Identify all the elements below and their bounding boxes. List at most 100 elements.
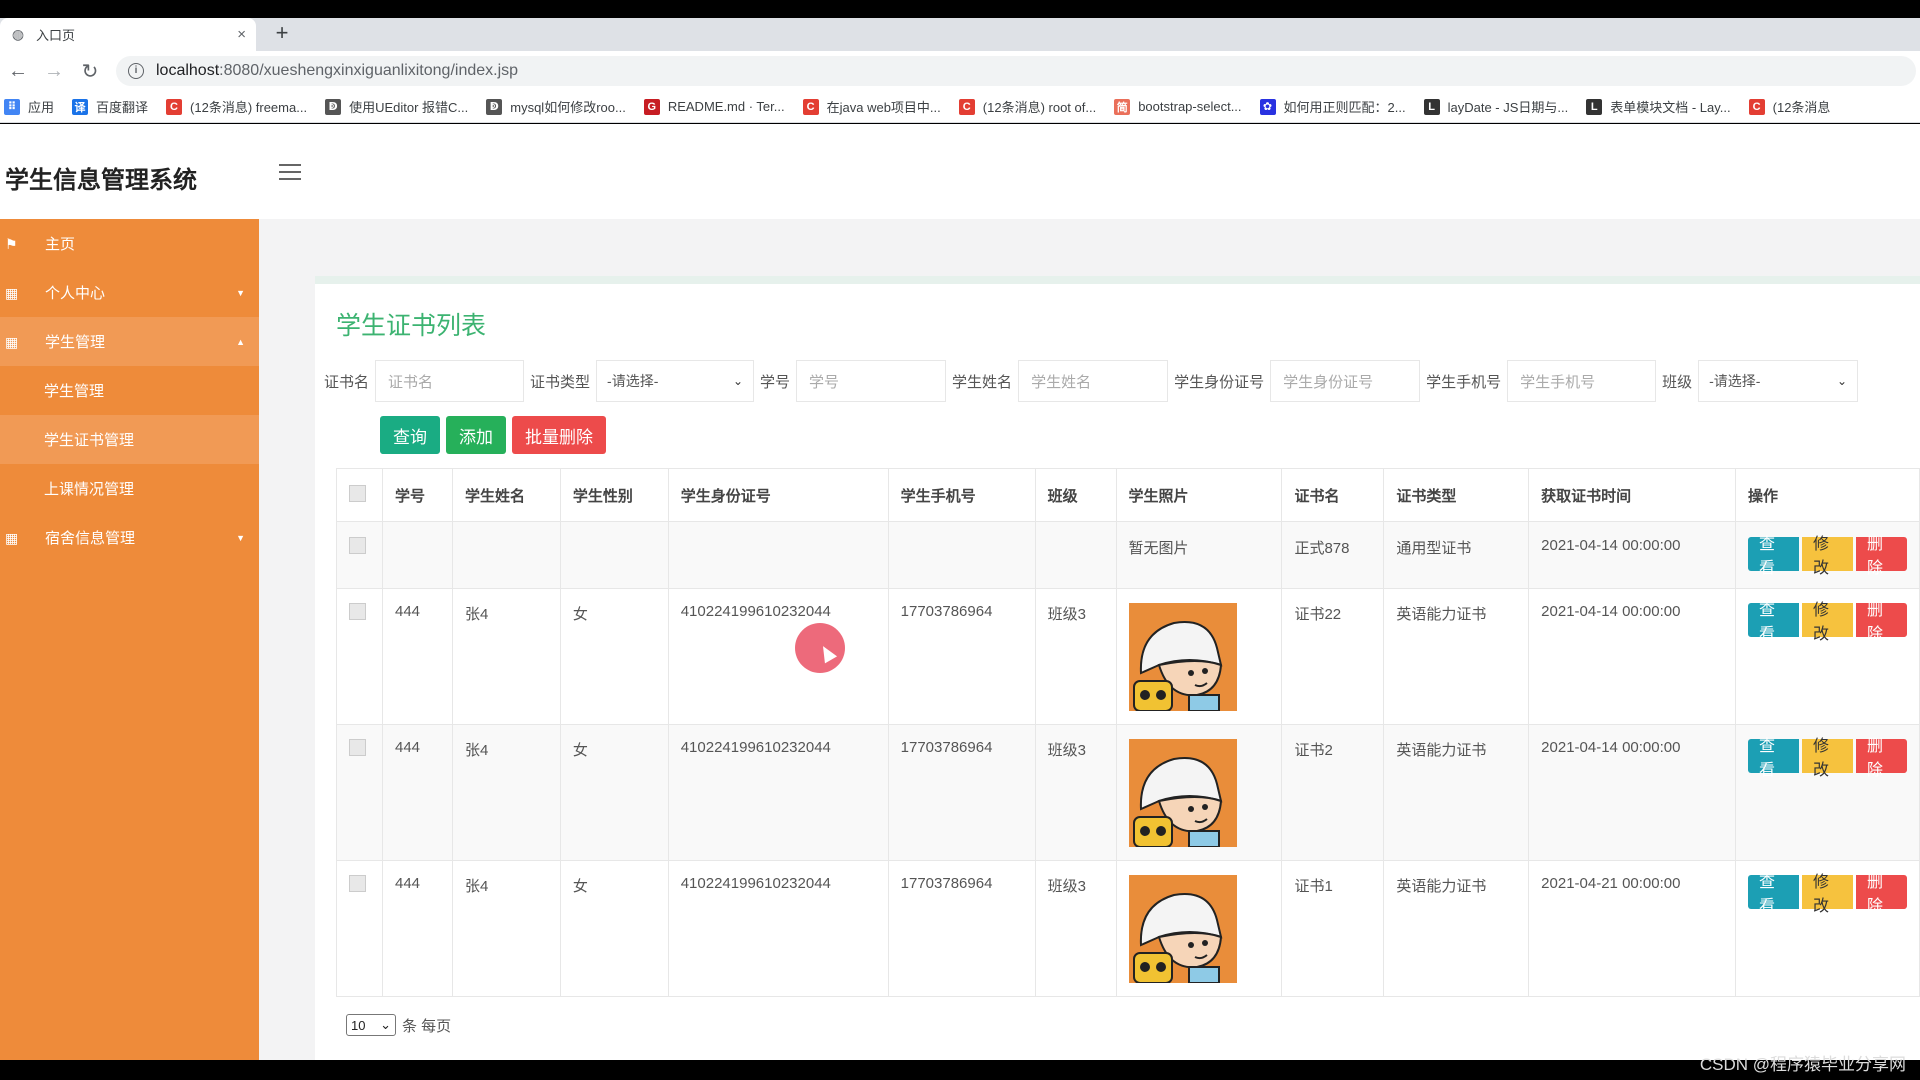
bookmark-item[interactable]: ✿ 如何用正则匹配：2... [1259,97,1406,116]
bookmark-label: bootstrap-select... [1138,99,1242,114]
row-select-cell [336,521,383,589]
cert-name-label: 证书名 [324,373,370,391]
bookmark-item[interactable]: 译百度翻译 [72,97,148,116]
view-button[interactable]: 查看 [1747,738,1799,779]
cert-name-input[interactable]: 证书名 [375,360,525,402]
bookmark-item[interactable]: C (12条消息) root of... [958,97,1096,116]
browser-tab[interactable]: ◍ 入口页 × [0,18,256,51]
sidebar-item-profile[interactable]: ▦ 个人中心 ▼ [0,268,259,317]
bookmark-item[interactable]: C (12条消息 [1748,97,1830,116]
phone-label: 学生手机号 [1426,373,1502,391]
delete-button[interactable]: 删除 [1856,738,1908,779]
cell-no: 444 [381,860,453,997]
cell-name: 张4 [451,724,561,861]
back-icon[interactable]: ← [0,56,36,86]
new-tab-button[interactable]: + [270,22,294,46]
student-no-input[interactable]: 学号 [796,360,947,402]
address-bar[interactable]: i localhost:8080/xueshengxinxiguanlixito… [116,56,1916,86]
cell-gender: 女 [559,860,669,997]
reload-icon[interactable]: ↻ [72,56,108,86]
menu-toggle-icon[interactable] [279,164,301,185]
sidebar-subitem-attendance[interactable]: 上课情况管理 [0,464,259,513]
app-header: 学生信息管理系统 [0,124,1920,219]
query-button[interactable]: 查询 [380,416,440,454]
close-tab-icon[interactable]: × [237,26,246,43]
grid-icon: ▦ [5,284,19,301]
bookmark-item[interactable]: C (12条消息) freema... [166,97,307,116]
row-checkbox[interactable] [349,739,366,756]
row-checkbox[interactable] [349,875,366,892]
sidebar-item-label: 主页 [45,236,76,253]
add-button[interactable]: 添加 [446,416,506,454]
cell-class: 班级3 [1034,860,1117,997]
cell-id-card [667,521,889,589]
edit-button[interactable]: 修改 [1801,874,1853,915]
content-panel: 学生证书列表 证书名 证书名 证书类型 -请选择- ⌄ 学号 学号 学生姓名 学… [315,276,1920,1060]
bookmark-item[interactable]: LlayDate - JS日期与... [1423,97,1568,116]
class-select[interactable]: -请选择- ⌄ [1698,360,1859,402]
url-host: localhost [156,62,220,79]
sidebar-item-dorm[interactable]: ▦ 宿舍信息管理 ▼ [0,513,259,562]
edit-button[interactable]: 修改 [1801,738,1853,779]
bookmark-item[interactable]: ↁ mysql如何修改roo... [486,97,626,116]
browser-toolbar: ← → ↻ i localhost:8080/xueshengxinxiguan… [0,51,1920,91]
student-no-label: 学号 [760,373,791,391]
sidebar-item-label: 宿舍信息管理 [45,530,136,547]
cert-type-select[interactable]: -请选择- ⌄ [596,360,755,402]
sidebar-subitem-student[interactable]: 学生管理 [0,366,259,415]
cell-phone: 17703786964 [887,860,1036,997]
site-info-icon[interactable]: i [128,63,144,79]
cell-cert-name: 正式878 [1281,521,1385,589]
cell-cert-type: 英语能力证书 [1383,588,1530,725]
sidebar-item-home[interactable]: ⚑ 主页 [0,219,259,268]
bookmark-item[interactable]: G README.md · Ter... [643,98,785,115]
delete-button[interactable]: 删除 [1856,602,1908,643]
phone-input[interactable]: 学生手机号 [1507,360,1657,402]
id-card-input[interactable]: 学生身份证号 [1270,360,1421,402]
bookmark-label: README.md · Ter... [667,99,785,114]
col-header: 学生照片 [1115,468,1283,522]
grid-icon: ▦ [5,529,19,546]
col-header: 学生性别 [559,468,669,522]
select-all-checkbox[interactable] [349,484,366,502]
student-name-input[interactable]: 学生姓名 [1018,360,1169,402]
bookmark-item[interactable]: ↁ 使用UEditor 报错C... [325,97,468,116]
delete-button[interactable]: 删除 [1856,536,1908,577]
edit-button[interactable]: 修改 [1801,602,1853,643]
sidebar-subitem-certificates[interactable]: 学生证书管理 [0,415,259,464]
page-size-select[interactable]: 10 ⌄ [346,1014,396,1036]
col-header: 学生姓名 [451,468,561,522]
cell-no: 444 [381,724,453,861]
edit-button[interactable]: 修改 [1801,536,1853,577]
student-name-label: 学生姓名 [952,373,1013,391]
col-header: 证书名 [1281,468,1385,522]
view-button[interactable]: 查看 [1747,874,1799,915]
chevron-down-icon: ▼ [236,532,245,543]
class-value: -请选择- [1709,373,1761,389]
cell-class: 班级3 [1034,724,1117,861]
cell-gender: 女 [559,588,669,725]
row-checkbox[interactable] [349,603,366,620]
bookmark-item[interactable]: 简 bootstrap-select... [1114,98,1242,115]
forward-icon[interactable]: → [36,56,72,86]
batch-delete-button[interactable]: 批量删除 [512,416,606,454]
bookmark-item[interactable]: ⠿ 应用 [4,97,54,116]
cell-cert-type: 通用型证书 [1383,521,1530,589]
bookmark-item[interactable]: C 在java web项目中... [802,97,941,116]
cell-class: 班级3 [1034,588,1117,725]
cell-actions: 查看 修改 删除 [1734,521,1920,589]
view-button[interactable]: 查看 [1747,602,1799,643]
layui-icon: L [1586,98,1603,115]
row-checkbox[interactable] [349,537,366,554]
cell-phone: 17703786964 [887,588,1036,725]
cell-id-card: 410224199610232044 [667,724,889,861]
cell-gender: 女 [559,724,669,861]
delete-button[interactable]: 删除 [1856,874,1908,915]
view-button[interactable]: 查看 [1747,536,1799,577]
cell-phone [887,521,1036,589]
sidebar-item-student-mgmt[interactable]: ▦ 学生管理 ▲ [0,317,259,366]
bookmark-label: 应用 [28,100,55,115]
page-title: 学生证书列表 [336,312,487,340]
cell-time: 2021-04-14 00:00:00 [1528,588,1736,725]
bookmark-item[interactable]: L 表单模块文档 - Lay... [1586,97,1731,116]
